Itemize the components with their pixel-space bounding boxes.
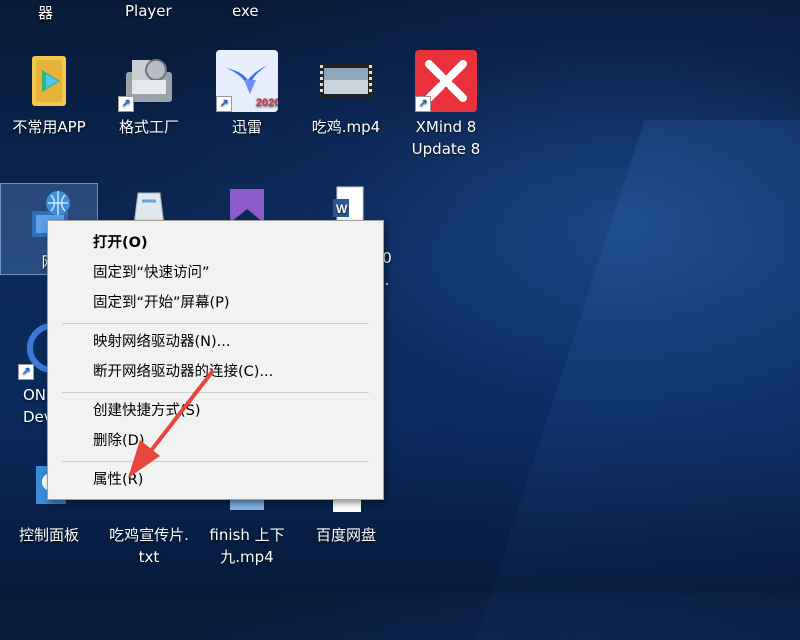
desktop-top-label: 器: [38, 4, 54, 22]
desktop-icon-label: finish 上下 九.mp4: [209, 526, 285, 566]
desktop-icon-label: 控制面板: [18, 526, 79, 544]
shortcut-arrow-icon: ↗: [118, 96, 134, 112]
desktop-icon-label: 吃鸡宣传片. txt: [109, 526, 189, 566]
desktop-icon-xmind[interactable]: ↗ XMind 8 Update 8: [398, 50, 494, 160]
menu-item-properties[interactable]: 属性(R): [93, 466, 143, 494]
svg-text:W: W: [336, 202, 348, 216]
wallpaper-light-beam: [475, 120, 800, 640]
desktop-icon-label: 格式工厂: [118, 118, 179, 136]
menu-item-open[interactable]: 打开(O): [93, 229, 148, 257]
desktop-icon-video-chiji[interactable]: 吃鸡.mp4: [298, 50, 394, 138]
desktop-top-label: exe: [232, 2, 259, 20]
desktop-icon-label: 迅雷: [231, 118, 262, 136]
xmind-icon: ↗: [415, 50, 477, 112]
desktop-icon-label: 百度网盘: [315, 526, 376, 544]
desktop-icon-label: XMind 8 Update 8: [411, 118, 481, 158]
shortcut-arrow-icon: ↗: [216, 96, 232, 112]
desktop-icon-format-factory[interactable]: ↗ 格式工厂: [101, 50, 197, 138]
desktop-icon-xunlei[interactable]: 2020 ↗ 迅雷: [199, 50, 295, 138]
menu-item-pin-start[interactable]: 固定到“开始”屏幕(P): [93, 289, 230, 317]
shortcut-arrow-icon: ↗: [415, 96, 431, 112]
menu-item-delete[interactable]: 删除(D): [93, 427, 144, 455]
menu-separator: [62, 323, 369, 324]
format-factory-icon: ↗: [118, 50, 180, 112]
desktop-icon-label: 吃鸡.mp4: [311, 118, 381, 136]
menu-item-map-drive[interactable]: 映射网络驱动器(N)...: [93, 328, 231, 356]
desktop-top-label: Player: [125, 2, 172, 20]
desktop-icon-label: 不常用APP: [12, 118, 86, 136]
video-file-icon: [315, 50, 377, 112]
xunlei-badge: 2020: [256, 97, 278, 109]
xunlei-icon: 2020 ↗: [216, 50, 280, 112]
folder-video-icon: [18, 50, 80, 112]
menu-item-pin-quick-access[interactable]: 固定到“快速访问”: [93, 259, 210, 287]
menu-separator: [62, 392, 369, 393]
menu-item-disconnect-drive[interactable]: 断开网络驱动器的连接(C)...: [93, 358, 273, 386]
menu-item-create-shortcut[interactable]: 创建快捷方式(S): [93, 397, 201, 425]
context-menu: 打开(O) 固定到“快速访问” 固定到“开始”屏幕(P) 映射网络驱动器(N).…: [47, 220, 384, 500]
menu-separator: [62, 461, 369, 462]
shortcut-arrow-icon: ↗: [18, 364, 34, 380]
desktop-icon-uncommon-apps[interactable]: 不常用APP: [1, 50, 97, 138]
